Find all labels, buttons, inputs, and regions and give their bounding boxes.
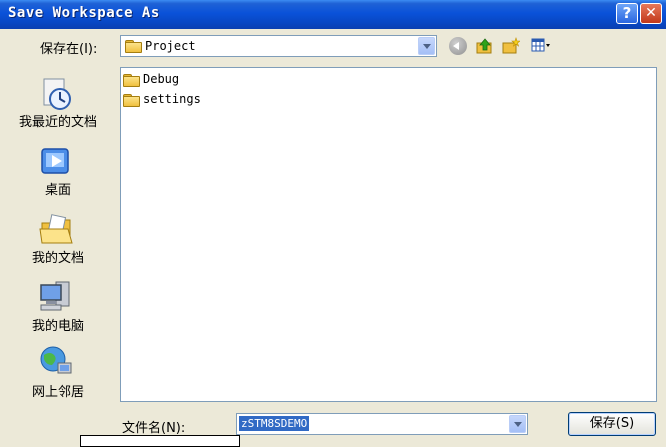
filename-dropdown-arrow[interactable] [509, 415, 526, 433]
file-name: settings [143, 92, 201, 106]
lookin-combo[interactable]: Project [120, 35, 437, 57]
view-menu-icon[interactable] [531, 37, 551, 55]
filename-label: 文件名(N): [122, 421, 186, 436]
lookin-dropdown-arrow[interactable] [418, 37, 435, 55]
file-list[interactable]: Debug settings [120, 67, 657, 402]
places-bar: 我最近的文档 桌面 我的文档 我的电脑 网上邻居 [0, 67, 116, 427]
file-name: Debug [143, 72, 180, 86]
up-folder-icon[interactable] [476, 37, 494, 55]
tooltip [80, 435, 240, 447]
place-label: 桌面 [44, 183, 71, 198]
place-label: 网上邻居 [31, 385, 84, 400]
window-title: Save Workspace As [8, 5, 160, 21]
folder-icon [125, 40, 142, 53]
close-button[interactable]: ✕ [640, 3, 662, 24]
place-label: 我最近的文档 [18, 115, 97, 130]
filename-input[interactable]: zSTM8SDEMO [236, 413, 528, 435]
folder-icon [123, 94, 140, 107]
desktop-icon [41, 148, 69, 174]
recent-documents-icon [43, 78, 71, 110]
place-label: 我的电脑 [31, 319, 84, 334]
help-icon: ? [622, 4, 632, 22]
network-places-icon [40, 346, 72, 374]
my-documents-icon [39, 214, 73, 244]
help-button[interactable]: ? [616, 3, 638, 24]
lookin-value: Project [145, 39, 196, 53]
place-label: 我的文档 [31, 251, 84, 266]
my-computer-icon [40, 281, 70, 311]
folder-icon [123, 74, 140, 87]
lookin-label: 保存在(I): [40, 42, 98, 57]
filename-value[interactable]: zSTM8SDEMO [239, 416, 310, 431]
new-folder-icon[interactable] [502, 37, 520, 55]
title-bar[interactable]: Save Workspace As ? ✕ [0, 0, 666, 29]
close-icon: ✕ [645, 5, 657, 21]
back-icon[interactable] [449, 37, 467, 55]
save-button[interactable]: 保存(S) [568, 412, 656, 436]
